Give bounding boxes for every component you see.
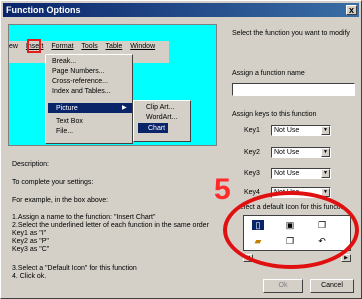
menu-item-text-box: Text Box — [56, 118, 83, 125]
chevron-down-icon: ▼ — [321, 126, 330, 135]
close-button[interactable]: x — [346, 5, 357, 15]
picture-submenu: Clip Art... WordArt... Chart — [133, 100, 191, 142]
menu-item-index-tables: Index and Tables... — [52, 88, 111, 95]
chevron-down-icon: ▼ — [321, 148, 330, 157]
menu-format: Format — [51, 43, 74, 50]
menu-preview-image: ew Insert Format Tools Table Window Brea… — [8, 24, 217, 146]
menu-tools: Tools — [81, 43, 98, 50]
submenu-wordart: WordArt... — [146, 114, 178, 121]
submenu-clip-art: Clip Art... — [146, 104, 175, 111]
key3-label: Key3 — [244, 170, 260, 177]
description-line2: For example, in the box above: — [12, 197, 109, 204]
description-key3: Key3 as "C" — [12, 246, 50, 253]
insert-highlight-box — [27, 39, 41, 53]
annotation-ellipse — [223, 191, 359, 269]
description-key2: Key2 as "P" — [12, 238, 49, 245]
description-title: Description: — [12, 161, 49, 168]
key2-select[interactable]: Not Use ▼ — [271, 147, 331, 158]
menu-window: Window — [130, 43, 156, 50]
assign-keys-label: Assign keys to this function — [232, 111, 317, 118]
submenu-arrow-icon: ▶ — [122, 105, 127, 111]
select-function-label: Select the function you want to modify — [232, 30, 350, 37]
menu-view: ew — [9, 43, 18, 50]
description-key1: Key1 as "I" — [12, 230, 47, 237]
description-line1: To complete your settings: — [12, 179, 94, 186]
description-step4: 4. Click ok. — [12, 273, 47, 280]
description-step2: 2.Select the underlined letter of each f… — [12, 222, 209, 229]
menu-table: Table — [105, 43, 123, 50]
key3-select[interactable]: Not Use ▼ — [271, 168, 331, 179]
submenu-chart: Chart — [148, 125, 166, 132]
key2-value: Not Use — [274, 149, 300, 156]
key3-value: Not Use — [274, 170, 300, 177]
annotation-number: 5 — [214, 173, 231, 206]
key1-label: Key1 — [244, 127, 260, 134]
description-step3: 3.Select a "Default Icon" for this funct… — [12, 265, 137, 272]
insert-dropdown-menu: Break... Page Numbers... Cross-reference… — [45, 54, 133, 144]
description-step1: 1.Assign a name to the function: "Insert… — [12, 214, 156, 221]
menu-item-page-numbers: Page Numbers... — [52, 68, 105, 75]
chevron-down-icon: ▼ — [321, 169, 330, 178]
menu-item-file: File... — [56, 128, 74, 135]
function-options-dialog: Function Options x ew Insert Format Tool… — [0, 0, 362, 299]
ok-button[interactable]: Ok — [263, 279, 303, 293]
key1-select[interactable]: Not Use ▼ — [271, 125, 331, 136]
assign-name-label: Assign a function name — [232, 70, 305, 77]
menu-item-break: Break... — [52, 58, 77, 65]
key2-label: Key2 — [244, 149, 260, 156]
menu-item-cross-reference: Cross-reference... — [52, 78, 109, 85]
menu-item-picture: Picture — [56, 105, 78, 112]
function-name-input[interactable] — [232, 83, 355, 96]
cancel-button[interactable]: Cancel — [310, 279, 354, 293]
key1-value: Not Use — [274, 127, 300, 134]
title-bar: Function Options x — [3, 3, 359, 17]
window-title: Function Options — [6, 5, 81, 15]
